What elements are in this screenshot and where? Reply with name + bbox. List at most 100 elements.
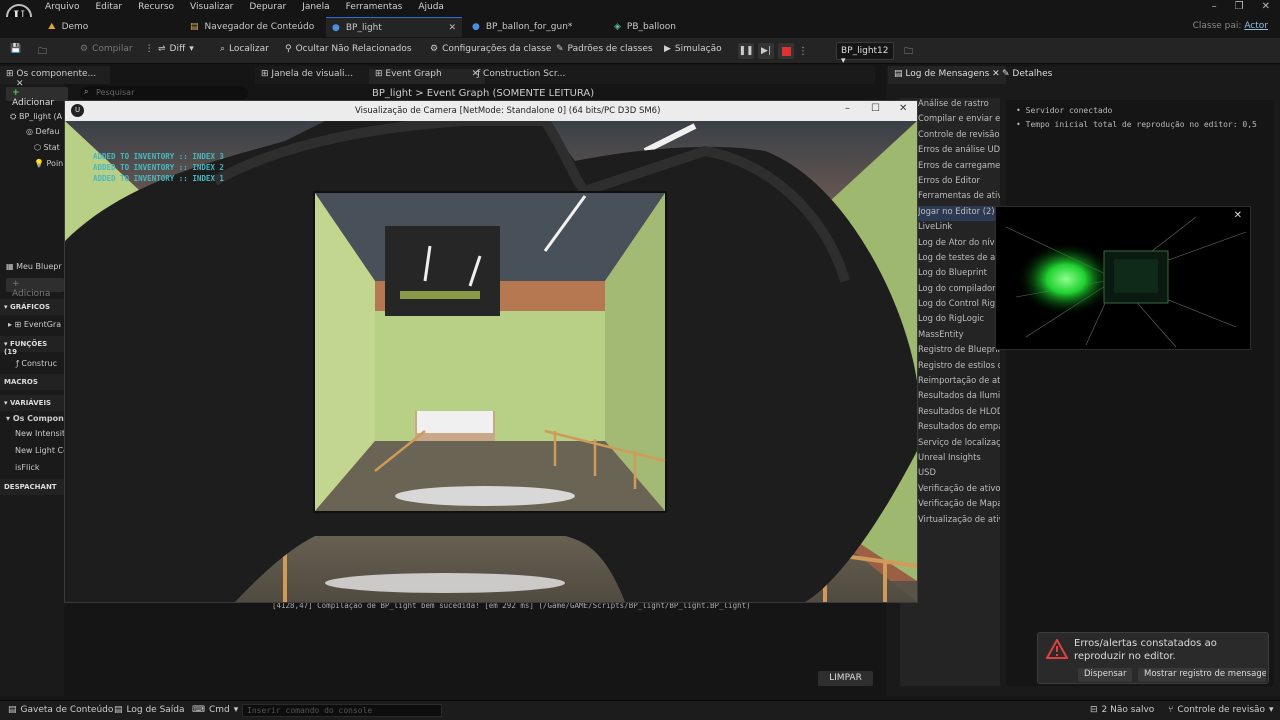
function-item[interactable]: ƒ Construc — [16, 359, 57, 368]
chevron-down-icon: ▾ — [4, 303, 8, 311]
drawer-icon: ▤ — [8, 705, 17, 715]
notification-message: Erros/alertas constatados ao reproduzir … — [1074, 638, 1217, 662]
tab-pb-balloon[interactable]: ◈ PB_balloon — [614, 17, 734, 37]
tab-details[interactable]: ✎ Detalhes — [996, 66, 1058, 84]
add-label: Adicionar — [12, 98, 55, 108]
breadcrumb-text: BP_light > Event Graph (SOMENTE LEITURA) — [372, 88, 595, 99]
function-label: Construc — [21, 359, 57, 368]
hide-unrelated-button[interactable]: ⚲ Ocultar Não Relacionados — [285, 44, 412, 54]
simulation-button[interactable]: ▶ Simulação — [664, 44, 722, 54]
menu-ferramentas[interactable]: Ferramentas — [346, 2, 403, 12]
pause-button[interactable]: ❚❚ — [738, 43, 754, 59]
pause-icon: ❚❚ — [738, 46, 754, 56]
tree-label: BP_light (A — [18, 112, 63, 121]
class-defaults-button[interactable]: ✎ Padrões de classes — [556, 44, 653, 54]
source-control-icon: ⑂ — [1168, 705, 1174, 715]
find-button[interactable]: ⌕ Localizar — [220, 44, 269, 54]
section-label: GRÁFICOS — [9, 303, 51, 311]
close-icon[interactable]: ✕ — [899, 103, 907, 114]
save-icon[interactable]: 💾 — [10, 44, 21, 54]
tab-label: Navegador de Conteúdo — [204, 22, 315, 32]
menu-visualizar[interactable]: Visualizar — [190, 2, 233, 12]
play-viewport-window[interactable]: U Visualização de Camera [NetMode: Stand… — [64, 100, 918, 603]
graph-icon: ▸ ⊞ — [8, 320, 22, 329]
chevron-down-icon: ▾ — [4, 340, 8, 348]
graph-item[interactable]: ▸ ⊞ EventGra — [8, 320, 61, 329]
debug-object-select[interactable]: BP_light12 ▾ — [836, 42, 894, 66]
parent-class-link[interactable]: Actor — [1244, 21, 1268, 31]
pencil-icon: ✎ — [556, 44, 564, 54]
debug-browse-icon[interactable]: 🗀 — [904, 44, 913, 60]
section-macros[interactable]: MACROS — [0, 374, 64, 390]
add-component-button[interactable]: + Adicionar — [6, 87, 68, 108]
source-control-button[interactable]: ⑂ Controle de revisão ▾ — [1168, 705, 1274, 715]
tree-item-static-mesh[interactable]: ⬡ Stat — [34, 143, 60, 152]
close-tab-icon[interactable]: ✕ — [448, 23, 456, 33]
menu-editar[interactable]: Editar — [95, 2, 122, 12]
section-variables[interactable]: ▾ VARIÁVEIS — [0, 395, 64, 411]
tab-message-log[interactable]: ▤ Log de Mensagens ✕ — [888, 66, 1006, 84]
tree-label: Defau — [35, 127, 60, 136]
tab-bp-ballon-for-gun[interactable]: ● BP_ballon_for_gun* — [472, 17, 602, 37]
minimize-icon[interactable]: – — [1212, 1, 1217, 12]
stop-button[interactable] — [778, 43, 794, 59]
graph-label: EventGra — [23, 320, 62, 329]
show-message-log-button[interactable]: Mostrar registro de mensagens — [1138, 668, 1266, 682]
close-icon[interactable]: ✕ — [1234, 210, 1242, 221]
restore-icon[interactable]: ❐ — [1235, 1, 1244, 12]
inventory-message: ADDED TO INVENTORY :: INDEX 1 — [93, 174, 224, 183]
my-blueprint-tab[interactable]: ▦ Meu Bluepr — [6, 262, 62, 271]
class-settings-label: Configurações da classe — [442, 44, 552, 54]
unsaved-button[interactable]: ⊟ 2 Não salvo — [1090, 705, 1154, 715]
tab-content-browser[interactable]: ▤ Navegador de Conteúdo — [190, 17, 320, 37]
section-graphs[interactable]: ▾ GRÁFICOS — [0, 299, 64, 315]
close-icon[interactable]: ✕ — [1262, 1, 1270, 12]
variable-item[interactable]: New Light Co — [15, 446, 68, 455]
game-scene[interactable]: ADDED TO INVENTORY :: INDEX 3 ADDED TO I… — [65, 121, 917, 602]
tab-label: BP_light — [345, 22, 382, 33]
tab-event-graph[interactable]: ⊞ Event Graph ✕ — [369, 69, 486, 84]
diff-button[interactable]: ⇌ Diff ▾ — [158, 44, 194, 54]
clear-button[interactable]: LIMPAR — [818, 671, 873, 686]
tab-demo[interactable]: ⛰ Demo — [48, 17, 178, 37]
tab-label: Demo — [61, 22, 89, 32]
search-placeholder: Pesquisar — [96, 88, 135, 97]
compile-button[interactable]: ⚙ Compilar ⋮ — [80, 44, 154, 54]
preview-scene — [996, 207, 1250, 349]
tree-item-default-root[interactable]: ◎ Defau — [26, 127, 59, 136]
browse-icon[interactable]: 🗀 — [38, 44, 47, 60]
tab-bp-light[interactable]: ● BP_light ✕ — [326, 17, 462, 37]
menu-janela[interactable]: Janela — [302, 2, 329, 12]
tree-item-root[interactable]: ⛭ BP_light (A — [10, 112, 62, 122]
chevron-down-icon: ▾ — [1269, 705, 1274, 715]
cmd-dropdown[interactable]: ⌨ Cmd ▾ — [192, 705, 238, 715]
components-tab[interactable]: ⊞ Os componente... ✕ — [0, 66, 110, 89]
variable-item[interactable]: New Intensit — [15, 429, 65, 438]
menu-recurso[interactable]: Recurso — [138, 2, 174, 12]
content-drawer-button[interactable]: ▤ Gaveta de Conteúdo — [8, 705, 113, 715]
add-member-button[interactable]: + Adiciona — [6, 278, 64, 299]
section-dispatchers[interactable]: DESPACHANT — [0, 479, 64, 495]
play-options-icon[interactable]: ⋮ — [798, 46, 808, 57]
compile-options-icon[interactable]: ⋮ — [145, 44, 154, 54]
step-button[interactable]: ▶| — [758, 43, 774, 59]
component-search-input[interactable]: ⌕ Pesquisar — [80, 86, 248, 100]
tab-viewport[interactable]: ⊞ Janela de visuali... — [261, 69, 353, 79]
maximize-icon[interactable]: ☐ — [871, 103, 880, 114]
menu-arquivo[interactable]: Arquivo — [45, 2, 79, 12]
tab-label: Log de Mensagens — [905, 69, 990, 79]
class-settings-button[interactable]: ⚙ Configurações da classe — [430, 44, 551, 54]
dismiss-button[interactable]: Dispensar — [1078, 668, 1133, 682]
preview-window: ✕ — [995, 206, 1251, 350]
output-log-button[interactable]: ▤ Log de Saída — [114, 705, 185, 715]
variable-item[interactable]: isFlick — [15, 463, 39, 472]
console-command-input[interactable]: Inserir comando do console — [242, 704, 442, 717]
section-functions[interactable]: ▾ FUNÇÕES (19 — [0, 336, 64, 356]
tree-item-point-light[interactable]: 💡 Poin — [34, 159, 63, 168]
minimize-icon[interactable]: – — [845, 103, 850, 114]
tab-construction-script[interactable]: ƒ Construction Scr... — [477, 69, 565, 79]
error-notification: Erros/alertas constatados ao reproduzir … — [1037, 632, 1269, 684]
menu-depurar[interactable]: Depurar — [249, 2, 286, 12]
tab-label: Janela de visuali... — [271, 69, 354, 79]
menu-ajuda[interactable]: Ajuda — [418, 2, 444, 12]
